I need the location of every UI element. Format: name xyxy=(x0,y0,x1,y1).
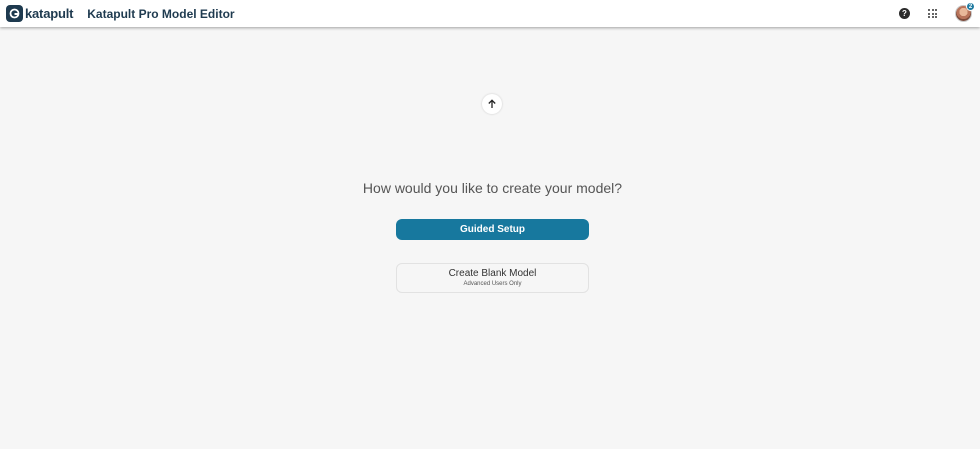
avatar[interactable]: 2 xyxy=(955,2,975,22)
app-title: Katapult Pro Model Editor xyxy=(87,6,235,21)
arrow-up-icon xyxy=(488,99,496,108)
logo-text: katapult xyxy=(25,6,74,21)
katapult-logo-icon xyxy=(6,5,23,22)
blank-model-sublabel: Advanced Users Only xyxy=(463,280,522,287)
blank-model-label: Create Blank Model xyxy=(448,267,537,279)
scroll-up-button[interactable] xyxy=(482,94,502,114)
create-model-question: How would you like to create your model? xyxy=(362,180,623,196)
top-app-bar: katapult Katapult Pro Model Editor ? 2 xyxy=(0,0,980,27)
apps-grid-icon[interactable] xyxy=(928,9,937,18)
guided-setup-label: Guided Setup xyxy=(460,224,525,235)
help-icon[interactable]: ? xyxy=(899,8,910,19)
create-blank-model-button[interactable]: Create Blank Model Advanced Users Only xyxy=(396,263,589,293)
guided-setup-button[interactable]: Guided Setup xyxy=(396,219,589,240)
katapult-logo[interactable]: katapult xyxy=(6,0,73,27)
notification-badge: 2 xyxy=(966,2,975,11)
header-actions: ? 2 xyxy=(899,0,975,27)
